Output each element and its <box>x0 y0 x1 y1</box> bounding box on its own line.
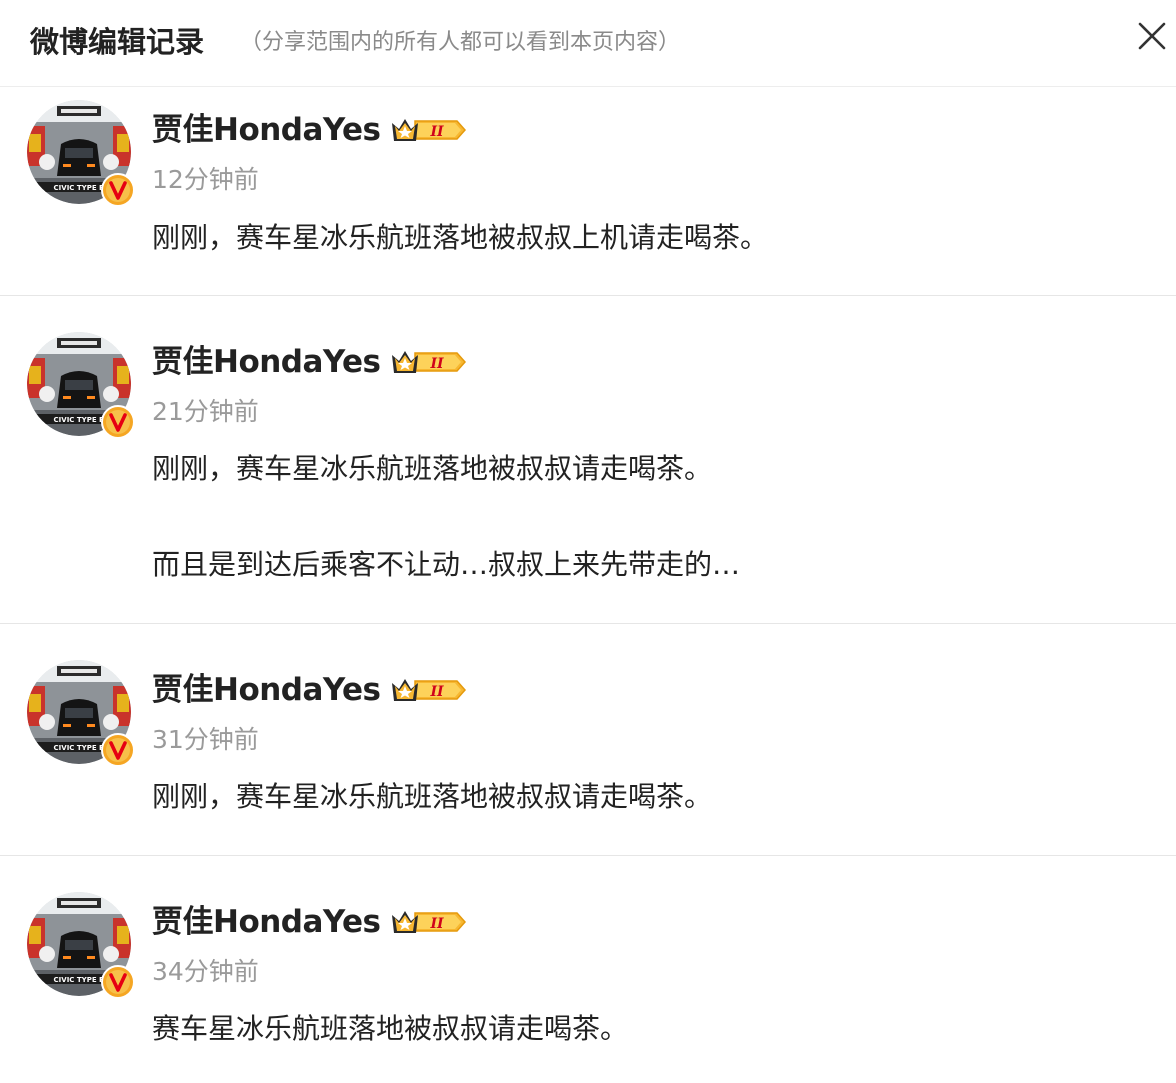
verified-icon <box>101 405 135 439</box>
avatar[interactable] <box>27 332 133 438</box>
page-subtitle: （分享范围内的所有人都可以看到本页内容） <box>240 30 681 55</box>
post-content: 赛车星冰乐航班落地被叔叔请走喝茶。 <box>152 1012 629 1045</box>
verified-icon <box>101 173 135 207</box>
post-content: 刚刚，赛车星冰乐航班落地被叔叔请走喝茶。 <box>152 780 713 813</box>
avatar[interactable] <box>27 100 133 206</box>
dialog-header: 微博编辑记录 （分享范围内的所有人都可以看到本页内容） <box>0 0 1176 87</box>
close-button[interactable] <box>1134 18 1170 54</box>
edit-record-item: 贾佳HondaYes 34分钟前 赛车星冰乐航班落地被叔叔请走喝茶。 <box>0 856 1176 1083</box>
vip-crown-icon[interactable] <box>389 673 467 707</box>
verified-icon <box>101 965 135 999</box>
vip-crown-icon[interactable] <box>389 345 467 379</box>
vip-crown-icon[interactable] <box>389 905 467 939</box>
verified-icon <box>101 733 135 767</box>
post-time: 21分钟前 <box>152 397 259 426</box>
post-time: 12分钟前 <box>152 165 259 194</box>
post-content: 刚刚，赛车星冰乐航班落地被叔叔请走喝茶。 <box>152 452 713 485</box>
avatar[interactable] <box>27 892 133 998</box>
page-title: 微博编辑记录 <box>30 25 205 59</box>
author-row: 贾佳HondaYes <box>152 670 467 710</box>
author-row: 贾佳HondaYes <box>152 902 467 942</box>
vip-crown-icon[interactable] <box>389 113 467 147</box>
author-name[interactable]: 贾佳HondaYes <box>152 110 381 150</box>
post-content-paragraph: 而且是到达后乘客不让动…叔叔上来先带走的… <box>152 548 741 581</box>
post-content: 刚刚，赛车星冰乐航班落地被叔叔上机请走喝茶。 <box>152 221 769 254</box>
post-time: 31分钟前 <box>152 725 259 754</box>
post-time: 34分钟前 <box>152 957 259 986</box>
close-icon[interactable] <box>1134 18 1170 54</box>
author-row: 贾佳HondaYes <box>152 110 467 150</box>
author-name[interactable]: 贾佳HondaYes <box>152 342 381 382</box>
edit-record-item: 贾佳HondaYes 31分钟前 刚刚，赛车星冰乐航班落地被叔叔请走喝茶。 <box>0 624 1176 856</box>
author-name[interactable]: 贾佳HondaYes <box>152 670 381 710</box>
edit-record-item: 贾佳HondaYes 21分钟前 刚刚，赛车星冰乐航班落地被叔叔请走喝茶。 而且… <box>0 296 1176 624</box>
author-row: 贾佳HondaYes <box>152 342 467 382</box>
avatar[interactable] <box>27 660 133 766</box>
edit-record-item: 贾佳HondaYes 12分钟前 刚刚，赛车星冰乐航班落地被叔叔上机请走喝茶。 <box>0 87 1176 296</box>
author-name[interactable]: 贾佳HondaYes <box>152 902 381 942</box>
